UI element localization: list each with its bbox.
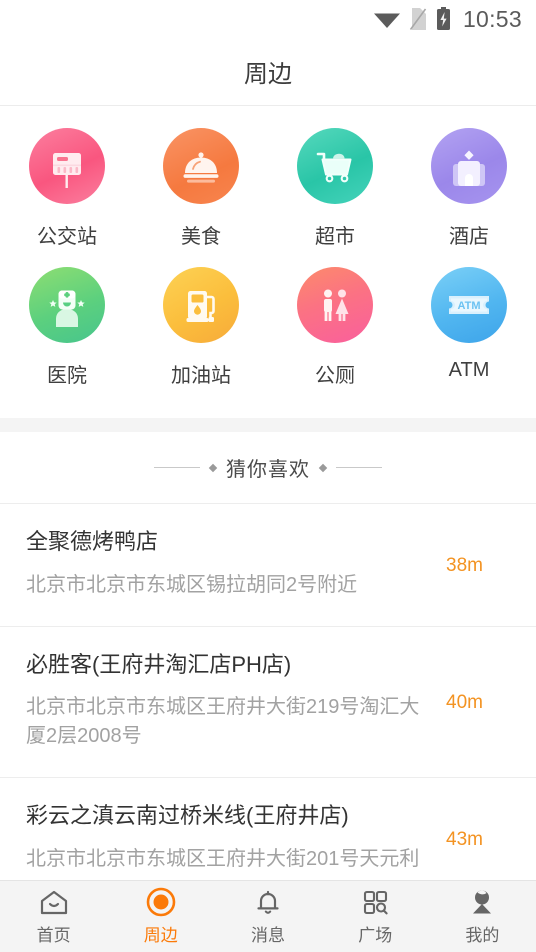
category-item-supermarket[interactable]: 超市 <box>268 128 402 249</box>
hospital-nurse-icon <box>29 267 105 343</box>
section-title: 猜你喜欢 <box>226 459 310 481</box>
category-label: 医院 <box>47 365 87 387</box>
atm-card-icon: ATM <box>431 267 507 343</box>
diamond-dot-right-icon <box>318 463 328 472</box>
bell-icon <box>254 887 282 917</box>
wifi-icon <box>373 9 400 29</box>
category-label: 加油站 <box>171 365 231 387</box>
tab-label: 广场 <box>358 926 393 945</box>
poi-list: 全聚德烤鸭店 北京市北京市东城区锡拉胡同2号附近 38m 必胜客(王府井淘汇店P… <box>0 504 536 901</box>
category-grid: 公交站 美食 超市 酒店 医院 加油站 公厕 ATM ATM <box>0 106 536 418</box>
category-item-hotel[interactable]: 酒店 <box>402 128 536 249</box>
poi-name: 彩云之滇云南过桥米线(王府井店) <box>26 803 349 829</box>
grid-search-icon <box>361 887 389 917</box>
section-spacer <box>0 418 536 432</box>
divider-line-right <box>336 467 382 468</box>
poi-distance: 40m <box>446 691 483 713</box>
restroom-icon <box>297 267 373 343</box>
category-label: 酒店 <box>449 226 489 248</box>
tab-label: 消息 <box>251 926 285 945</box>
bus-stop-icon <box>29 128 105 204</box>
category-label: 美食 <box>181 226 221 248</box>
tab-home[interactable]: 首页 <box>0 887 107 946</box>
poi-info: 彩云之滇云南过桥米线(王府井店) 北京市北京市东城区王府井大街201号天元利 <box>26 802 446 874</box>
divider-line-left <box>154 467 200 468</box>
poi-name: 必胜客(王府井淘汇店PH店) <box>26 651 292 677</box>
list-item[interactable]: 必胜客(王府井淘汇店PH店) 北京市北京市东城区王府井大街219号淘汇大厦2层2… <box>0 627 536 779</box>
title-bar: 周边 <box>0 38 536 106</box>
poi-address: 北京市北京市东城区王府井大街201号天元利 <box>26 847 420 870</box>
category-item-atm[interactable]: ATM ATM <box>402 267 536 388</box>
tab-label: 周边 <box>143 926 178 945</box>
category-item-gas-station[interactable]: 加油站 <box>134 267 268 388</box>
tab-plaza[interactable]: 广场 <box>322 887 429 946</box>
svg-text:ATM: ATM <box>457 300 480 312</box>
tab-nearby[interactable]: 周边 <box>107 887 214 946</box>
home-icon <box>39 887 69 917</box>
category-label: ATM <box>448 359 490 381</box>
poi-address: 北京市北京市东城区王府井大街219号淘汇大厦2层2008号 <box>26 696 420 748</box>
tab-label: 我的 <box>465 926 500 945</box>
bottom-tab-bar: 首页 周边 消息 广场 我的 <box>0 880 536 952</box>
status-time: 10:53 <box>462 5 522 32</box>
category-item-restroom[interactable]: 公厕 <box>268 267 402 388</box>
tab-messages[interactable]: 消息 <box>214 887 321 946</box>
category-label: 超市 <box>315 226 355 248</box>
list-item[interactable]: 全聚德烤鸭店 北京市北京市东城区锡拉胡同2号附近 38m <box>0 504 536 627</box>
category-label: 公厕 <box>315 365 355 387</box>
poi-info: 全聚德烤鸭店 北京市北京市东城区锡拉胡同2号附近 <box>26 528 446 600</box>
category-item-hospital[interactable]: 医院 <box>0 267 134 388</box>
user-icon <box>468 887 496 917</box>
sim-card-off-icon <box>409 7 427 31</box>
nearby-target-icon <box>146 887 176 917</box>
gas-pump-icon <box>163 267 239 343</box>
poi-distance: 38m <box>446 554 483 576</box>
tab-mine[interactable]: 我的 <box>429 887 536 946</box>
app-screen: 10:53 周边 公交站 美食 超市 酒店 医院 加油站 公厕 ATM ATM … <box>0 0 536 952</box>
diamond-dot-left-icon <box>208 463 218 472</box>
shopping-cart-icon <box>297 128 373 204</box>
recommend-section-header: 猜你喜欢 <box>0 432 536 504</box>
poi-distance: 43m <box>446 828 483 850</box>
category-item-bus-stop[interactable]: 公交站 <box>0 128 134 249</box>
tab-label: 首页 <box>36 926 71 945</box>
hotel-icon <box>431 128 507 204</box>
page-title: 周边 <box>244 61 292 88</box>
battery-charging-icon <box>436 7 451 31</box>
category-label: 公交站 <box>37 226 97 248</box>
poi-name: 全聚德烤鸭店 <box>26 529 159 554</box>
category-item-food[interactable]: 美食 <box>134 128 268 249</box>
food-cloche-icon <box>163 128 239 204</box>
poi-address: 北京市北京市东城区锡拉胡同2号附近 <box>26 573 358 596</box>
poi-info: 必胜客(王府井淘汇店PH店) 北京市北京市东城区王府井大街219号淘汇大厦2层2… <box>26 651 446 752</box>
status-bar: 10:53 <box>0 0 536 38</box>
